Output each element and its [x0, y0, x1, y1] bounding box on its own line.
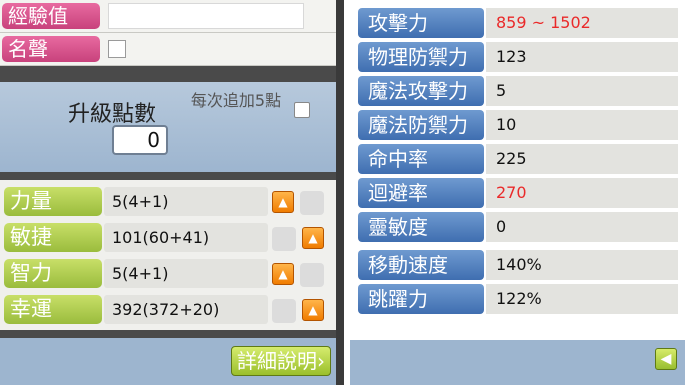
- attack-value: 859 ~ 1502: [486, 8, 678, 38]
- magic-defense-label: 魔法防禦力: [358, 110, 484, 140]
- avoidability-value: 270: [486, 178, 678, 208]
- dex-slot: [272, 227, 296, 251]
- stat-label-int: 智力: [4, 259, 102, 288]
- hands-label: 靈敏度: [358, 212, 484, 242]
- experience-label: 經驗值: [2, 3, 100, 29]
- stat-row-dex: 敏捷 101(60+41) ▲: [0, 219, 336, 255]
- weapon-defense-label: 物理防禦力: [358, 42, 484, 72]
- stat-value-luk: 392(372+20): [104, 295, 268, 324]
- stat-label-str: 力量: [4, 187, 102, 216]
- right-row-hands: 靈敏度 0: [350, 211, 680, 244]
- accuracy-value: 225: [486, 144, 678, 174]
- detail-button-label: 詳細說明: [237, 349, 317, 373]
- int-slot: [300, 263, 324, 287]
- stat-row-int: 智力 5(4+1) ▲: [0, 255, 336, 291]
- hands-value: 0: [486, 212, 678, 242]
- ability-points-area: 升級點數: [0, 82, 336, 172]
- right-row-attack: 攻擊力 859 ~ 1502: [350, 7, 680, 40]
- right-row-magic-def: 魔法防禦力 10: [350, 109, 680, 142]
- ability-points-title: 升級點數: [68, 102, 157, 127]
- auto-assign-checkbox[interactable]: [294, 102, 310, 118]
- jump-value: 122%: [486, 284, 678, 314]
- accuracy-label: 命中率: [358, 144, 484, 174]
- right-row-magic-attack: 魔法攻擊力 5: [350, 75, 680, 108]
- weapon-defense-value: 123: [486, 42, 678, 72]
- fame-checkbox[interactable]: [108, 40, 126, 58]
- chevron-right-icon: ›: [317, 349, 325, 373]
- up-arrow-icon: ▲: [308, 303, 318, 317]
- magic-attack-value: 5: [486, 76, 678, 106]
- int-up-button[interactable]: ▲: [272, 263, 294, 285]
- stat-row-str: 力量 5(4+1) ▲: [0, 183, 336, 219]
- right-row-jump: 跳躍力 122%: [350, 283, 680, 316]
- right-row-accuracy: 命中率 225: [350, 143, 680, 176]
- auto-assign-note: 每次追加5點: [190, 91, 282, 110]
- stat-label-dex: 敏捷: [4, 223, 102, 252]
- detail-button[interactable]: 詳細說明›: [231, 346, 331, 376]
- attack-label: 攻擊力: [358, 8, 484, 38]
- experience-field: [108, 3, 304, 29]
- right-row-speed: 移動速度 140%: [350, 249, 680, 282]
- luk-up-button[interactable]: ▲: [302, 299, 324, 321]
- stat-value-dex: 101(60+41): [104, 223, 268, 252]
- str-slot: [300, 191, 324, 215]
- stat-value-str: 5(4+1): [104, 187, 268, 216]
- up-arrow-icon: ▲: [278, 267, 288, 281]
- str-up-button[interactable]: ▲: [272, 191, 294, 213]
- fame-row: 名聲: [0, 33, 336, 66]
- stat-label-luk: 幸運: [4, 295, 102, 324]
- right-row-weapon-def: 物理防禦力 123: [350, 41, 680, 74]
- stat-row-luk: 幸運 392(372+20) ▲: [0, 291, 336, 327]
- stat-value-int: 5(4+1): [104, 259, 268, 288]
- ability-points-value: 0: [112, 125, 168, 155]
- luk-slot: [272, 299, 296, 323]
- speed-label: 移動速度: [358, 250, 484, 280]
- experience-row: 經驗值: [0, 0, 336, 33]
- collapse-button[interactable]: ◀: [655, 348, 677, 370]
- up-arrow-icon: ▲: [278, 195, 288, 209]
- right-bottom-strip: [350, 340, 685, 385]
- magic-defense-value: 10: [486, 110, 678, 140]
- right-row-avoid: 迴避率 270: [350, 177, 680, 210]
- jump-label: 跳躍力: [358, 284, 484, 314]
- arrow-left-icon: ◀: [660, 351, 672, 367]
- magic-attack-label: 魔法攻擊力: [358, 76, 484, 106]
- dex-up-button[interactable]: ▲: [302, 227, 324, 249]
- speed-value: 140%: [486, 250, 678, 280]
- fame-label: 名聲: [2, 36, 100, 62]
- up-arrow-icon: ▲: [308, 231, 318, 245]
- avoidability-label: 迴避率: [358, 178, 484, 208]
